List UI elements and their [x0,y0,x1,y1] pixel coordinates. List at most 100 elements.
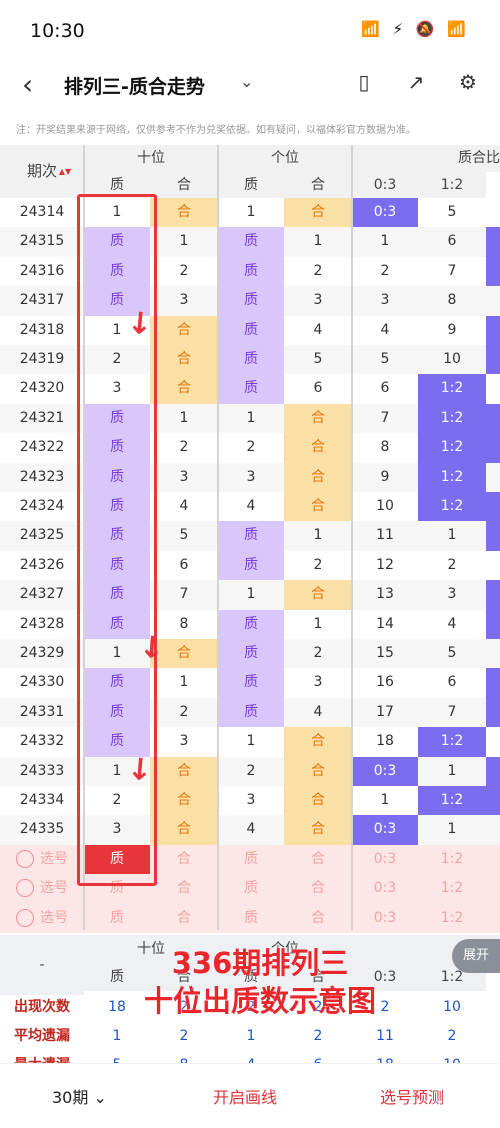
stat-value: 2 [179,1028,189,1044]
period-cell: 24330 [0,668,84,698]
expand-button[interactable]: 展开 [452,939,500,973]
pick-cell[interactable]: 合 [284,874,352,904]
ratio-03-cell: 18 [352,727,418,757]
share-icon[interactable]: ↗ [402,70,430,98]
pick-cell[interactable]: 0:3 [352,874,418,904]
draw-line-button[interactable]: 开启画线 [213,1084,277,1108]
ge-zhi-cell: 3 [218,462,284,492]
pick-cell[interactable]: 1:2 [418,903,486,933]
ratio-12-cell: 1:2 [418,374,486,404]
pick-cell[interactable]: 0:3 [352,903,418,933]
ratio-12-cell: 5 [418,639,486,669]
ratio-03-cell: 14 [352,609,418,639]
pick-cell[interactable]: 合 [150,874,218,904]
ratio-12-cell: 1 [418,521,486,551]
pick-cell[interactable]: 0:3 [352,844,418,875]
ratio-12-cell: 1:2 [418,727,486,757]
period-cell: 24333 [0,756,84,786]
clock: 10:30 [30,20,85,42]
radio-icon[interactable] [16,908,34,927]
sort-icon[interactable]: ▲▼ [58,145,72,198]
shi-he-cell: 2 [150,433,218,463]
period-cell: 24335 [0,815,84,845]
ratio-21-cell [486,198,500,228]
period-cell: 24318 [0,315,84,345]
device-icon[interactable]: ▯ [350,70,378,98]
period-cell: 24315 [0,227,84,257]
ratio-12-cell: 1 [418,815,486,845]
stat-value: 10 [443,999,461,1015]
ge-zhi-cell: 1 [218,198,284,228]
ratio-21-cell [486,815,500,845]
chevron-down-icon[interactable]: ⌄ [240,72,253,91]
ratio-12-cell: 7 [418,697,486,728]
ge-zhi-cell: 4 [218,492,284,522]
ratio-12-cell: 6 [418,227,486,257]
pick-row-label[interactable]: 选号 [0,903,84,933]
ge-zhi-cell: 质 [218,256,284,287]
column-subheader: 合 [284,172,352,198]
ge-zhi-cell: 1 [218,403,284,434]
ratio-12-cell: 1:2 [418,786,486,816]
pick-cell[interactable] [486,874,500,904]
pick-cell[interactable]: 质 [218,874,284,904]
pick-cell[interactable]: 1:2 [418,874,486,904]
period-cell: 24332 [0,727,84,757]
column-subheader: 合 [150,172,218,198]
ratio-21-cell [486,668,500,698]
page-title[interactable]: 排列三-质合走势 [64,72,205,99]
ge-he-cell: 2 [284,550,352,581]
period-cell: 24331 [0,697,84,728]
pick-cell[interactable] [486,844,500,875]
shi-he-cell: 合 [150,198,218,228]
pick-cell[interactable]: 质 [218,903,284,933]
pick-cell[interactable]: 合 [284,844,352,875]
ge-he-cell: 合 [284,580,352,610]
ge-zhi-cell: 质 [218,286,284,316]
pick-cell[interactable]: 1:2 [418,844,486,875]
period-selector[interactable]: 30期 ⌄ [52,1084,107,1108]
settings-icon[interactable]: ⚙ [454,70,482,98]
period-cell: 24316 [0,256,84,287]
ratio-12-cell: 8 [418,286,486,316]
ratio-12-cell: 3 [418,580,486,610]
ge-he-cell: 3 [284,668,352,698]
ge-zhi-cell: 质 [218,668,284,698]
ge-zhi-cell: 质 [218,315,284,345]
period-cell: 24328 [0,609,84,639]
pick-cell[interactable]: 合 [284,903,352,933]
radio-icon[interactable] [16,879,34,898]
shi-he-cell: 合 [150,374,218,404]
ratio-12-cell: 5 [418,198,486,228]
ge-zhi-cell: 1 [218,727,284,757]
ratio-03-cell: 13 [352,580,418,610]
ratio-03-cell: 16 [352,668,418,698]
ratio-21-cell [486,256,500,287]
pick-row-label[interactable]: 选号 [0,874,84,904]
ratio-12-cell: 4 [418,609,486,639]
ge-he-cell: 4 [284,697,352,728]
annotation-line2: 十位出质数示意图 [143,984,376,1018]
pick-row-label[interactable]: 选号 [0,844,84,875]
ge-zhi-cell: 1 [218,580,284,610]
ge-zhi-cell: 质 [218,639,284,669]
ratio-12-cell: 1 [418,756,486,786]
period-cell: 24324 [0,492,84,522]
ge-he-cell: 1 [284,521,352,551]
column-group-ge: 个位 [218,145,352,172]
ge-he-cell: 合 [284,815,352,845]
pick-cell[interactable] [486,903,500,933]
shi-he-cell: 2 [150,256,218,287]
pick-cell[interactable]: 合 [150,844,218,875]
pick-cell[interactable]: 质 [218,844,284,875]
ratio-12-cell: 1:2 [418,492,486,522]
predict-button[interactable]: 选号预测 [380,1084,444,1108]
radio-icon[interactable] [16,849,34,868]
ratio-03-cell: 0:3 [352,198,418,228]
pick-cell[interactable]: 合 [150,903,218,933]
ratio-12-cell: 7 [418,256,486,287]
back-icon[interactable]: ‹ [22,68,33,101]
pick-label: 选号 [40,909,68,926]
shi-he-cell: 合 [150,786,218,816]
pick-cell[interactable]: 质 [84,903,150,933]
